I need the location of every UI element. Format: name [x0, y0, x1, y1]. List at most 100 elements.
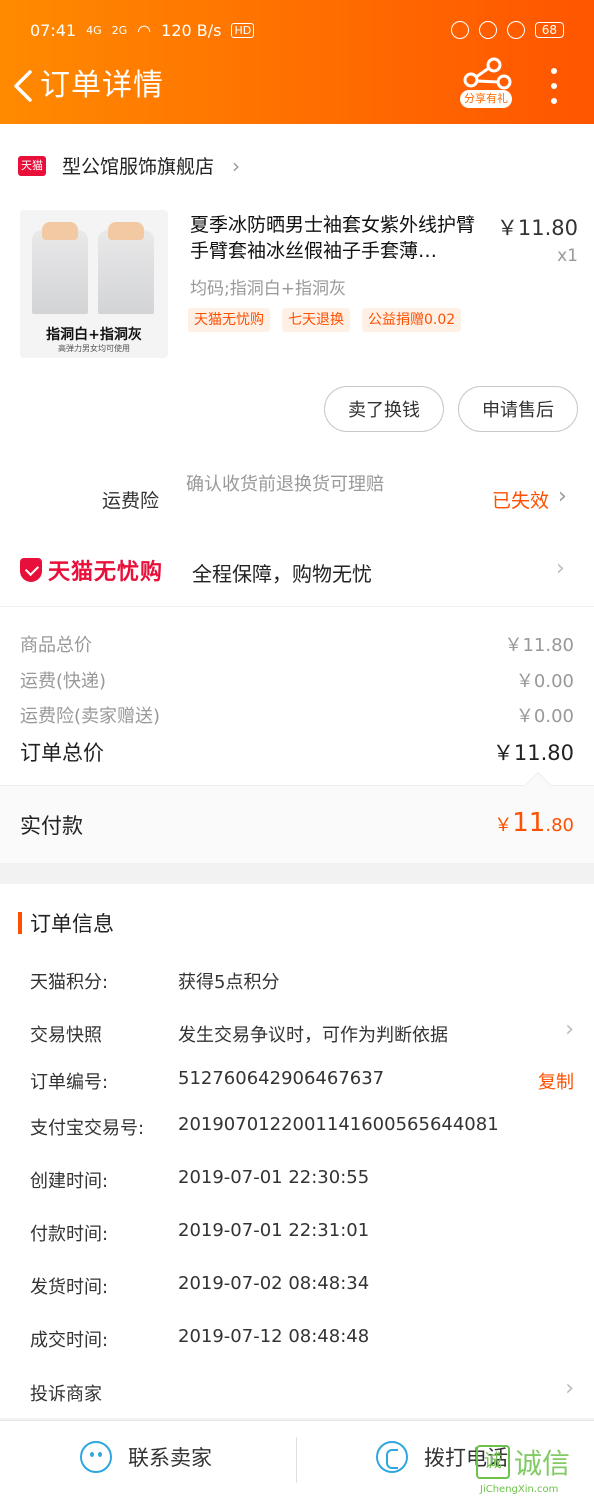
snapshot-row[interactable]: 交易快照 发生交易争议时，可作为判断依据 ›	[30, 1017, 574, 1051]
snapshot-value: 发生交易争议时，可作为判断依据	[178, 1025, 448, 1046]
paid-label: 实付款	[20, 814, 83, 838]
chevron-right-icon[interactable]: ›	[565, 1017, 574, 1042]
share-gift-label[interactable]: 分享有礼	[460, 90, 512, 108]
done-time-value: 2019-07-12 08:48:48	[178, 1326, 370, 1347]
created-time-value: 2019-07-01 22:30:55	[178, 1167, 370, 1188]
shipped-time-value: 2019-07-02 08:48:34	[178, 1273, 370, 1294]
points-value: 获得5点积分	[178, 972, 280, 993]
chat-face-icon	[80, 1441, 112, 1473]
product-quantity: x1	[557, 246, 578, 266]
network-speed: 120 B/s	[161, 20, 222, 40]
product-image-subcaption: 高弹力男女均可使用	[58, 344, 130, 353]
signal-2-icon: 2G	[111, 23, 128, 37]
shipped-time-label: 发货时间:	[30, 1277, 109, 1298]
tag-wuyou: 天猫无忧购	[188, 308, 270, 332]
paid-amount: ￥11.80	[494, 808, 574, 838]
watermark-logo: 诚	[476, 1445, 510, 1479]
product-title[interactable]: 夏季冰防晒男士袖套女紫外线护臂手臂套袖冰丝假袖子手套薄…	[190, 212, 484, 264]
vibrate-icon	[450, 21, 469, 39]
created-time-label: 创建时间:	[30, 1171, 109, 1192]
status-time: 07:41	[30, 20, 77, 40]
copy-button[interactable]: 复制	[538, 1068, 574, 1094]
sleeve-right	[98, 222, 154, 314]
points-row: 天猫积分: 获得5点积分	[30, 968, 574, 998]
divider	[296, 1437, 297, 1483]
shipped-time-row: 发货时间: 2019-07-02 08:48:34	[30, 1273, 574, 1303]
chevron-right-icon: ›	[232, 153, 241, 178]
header: 07:41 4G 2G ◠ 120 B/s HD 68 订单详情 分享有礼	[0, 0, 594, 124]
wifi-icon: ◠	[137, 20, 152, 40]
insurance-row: 运费险(卖家赠送) ￥0.00	[20, 702, 574, 728]
alipay-value: 2019070122001141600565644081	[178, 1114, 499, 1135]
signal-1-icon: 4G	[86, 23, 102, 37]
wuyou-desc[interactable]: 全程保障，购物无忧	[192, 558, 372, 587]
complain-label: 投诉商家	[30, 1384, 102, 1405]
order-detail-page: 07:41 4G 2G ◠ 120 B/s HD 68 订单详情 分享有礼 天猫…	[0, 0, 594, 1500]
watermark-url: JiChengXin.com	[480, 1484, 559, 1495]
shipping-row: 运费(快递) ￥0.00	[20, 667, 574, 693]
alipay-label: 支付宝交易号:	[30, 1118, 145, 1139]
alarm-icon	[506, 21, 525, 39]
wuyou-logo[interactable]: 天猫无忧购	[20, 554, 163, 586]
paid-int: 11	[512, 808, 546, 838]
section-accent-bar	[18, 912, 22, 934]
shipping-value: ￥0.00	[515, 671, 574, 692]
chevron-right-icon[interactable]: ›	[565, 1376, 574, 1401]
shipping-label: 运费(快递)	[20, 671, 107, 692]
store-card: 天猫 型公馆服饰旗舰店 › 指洞白+指洞灰 高弹力男女均可使用 夏季冰防晒男士袖…	[0, 124, 594, 606]
paid-time-label: 付款时间:	[30, 1224, 109, 1245]
watermark: 诚 诚信	[476, 1442, 570, 1482]
lock-rotation-icon	[478, 21, 497, 39]
product-price: ￥11.80	[496, 216, 578, 240]
insurance-fee-label: 运费险(卖家赠送)	[20, 706, 161, 727]
shipping-insurance-label: 运费险	[102, 490, 160, 512]
tmall-badge-icon: 天猫	[18, 155, 46, 176]
store-link[interactable]: 天猫 型公馆服饰旗舰店 ›	[18, 152, 240, 179]
insurance-fee-value: ￥0.00	[515, 706, 574, 727]
points-label: 天猫积分:	[30, 972, 109, 993]
order-number-value: 512760642906467637	[178, 1068, 385, 1089]
contact-seller-label: 联系卖家	[128, 1446, 212, 1470]
chevron-right-icon[interactable]: ›	[556, 556, 565, 581]
price-summary: 商品总价 ￥11.80 运费(快递) ￥0.00 运费险(卖家赠送) ￥0.00…	[0, 607, 594, 785]
wuyou-logo-text: 天猫无忧购	[48, 560, 164, 585]
sleeve-left	[32, 222, 88, 314]
goods-total-row: 商品总价 ￥11.80	[20, 631, 574, 657]
goods-total-label: 商品总价	[20, 635, 92, 656]
watermark-text: 诚信	[514, 1447, 571, 1480]
alipay-row: 支付宝交易号: 2019070122001141600565644081	[30, 1114, 574, 1144]
paid-dec: .80	[545, 815, 574, 836]
product-sku: 均码;指洞白+指洞灰	[190, 279, 346, 299]
order-info-title: 订单信息	[30, 912, 114, 936]
after-sale-button[interactable]: 申请售后	[458, 386, 578, 432]
hd-icon: HD	[231, 22, 255, 38]
shield-icon	[20, 558, 42, 582]
sell-button[interactable]: 卖了换钱	[324, 386, 444, 432]
battery-icon: 68	[534, 22, 564, 38]
created-time-row: 创建时间: 2019-07-01 22:30:55	[30, 1167, 574, 1197]
phone-icon	[376, 1441, 408, 1473]
product-image[interactable]: 指洞白+指洞灰 高弹力男女均可使用	[20, 210, 168, 358]
paid-time-row: 付款时间: 2019-07-01 22:31:01	[30, 1220, 574, 1250]
page-title: 订单详情	[40, 68, 164, 103]
done-time-label: 成交时间:	[30, 1330, 109, 1351]
paid-currency: ￥	[494, 815, 513, 836]
complain-row[interactable]: 投诉商家 ›	[30, 1376, 574, 1410]
nav-bar: 订单详情 分享有礼	[0, 57, 594, 124]
order-number-label: 订单编号:	[30, 1072, 109, 1093]
order-total-label: 订单总价	[20, 741, 104, 765]
back-arrow-icon[interactable]	[10, 66, 40, 106]
contact-seller-button[interactable]: 联系卖家	[80, 1441, 212, 1473]
paid-amount-card: 实付款 ￥11.80	[0, 771, 594, 863]
order-info-header: 订单信息	[18, 908, 114, 938]
product-tags: 天猫无忧购 七天退换 公益捐赠0.02	[188, 308, 462, 332]
more-menu-icon[interactable]	[547, 68, 561, 104]
paid-time-value: 2019-07-01 22:31:01	[178, 1220, 370, 1241]
product-image-caption: 指洞白+指洞灰	[46, 327, 142, 343]
chevron-right-icon[interactable]: ›	[558, 484, 567, 509]
order-info: 订单信息 天猫积分: 获得5点积分 交易快照 发生交易争议时，可作为判断依据 ›…	[0, 884, 594, 1418]
order-number-row: 订单编号: 512760642906467637 复制	[30, 1068, 574, 1098]
shipping-insurance-desc: 确认收货前退换货可理赔	[186, 474, 384, 495]
shipping-insurance-status[interactable]: 已失效	[492, 486, 549, 513]
done-time-row: 成交时间: 2019-07-12 08:48:48	[30, 1326, 574, 1356]
